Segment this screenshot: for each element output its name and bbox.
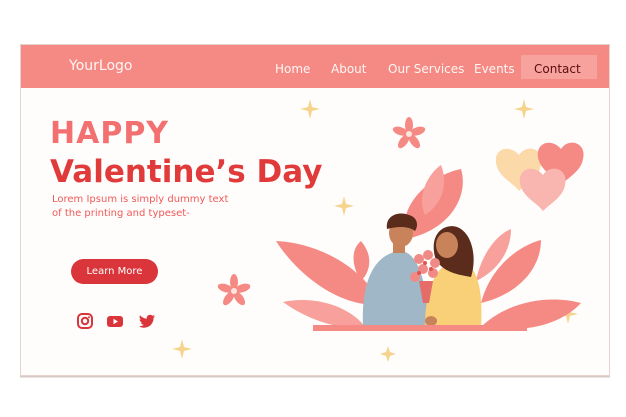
sparkle (300, 99, 320, 119)
ground-strip (313, 325, 527, 331)
sparkle (514, 99, 534, 119)
landing-page: YourLogo Home About Our Services Events … (20, 44, 610, 376)
flower (217, 274, 251, 306)
heart-balloons (495, 142, 584, 211)
flower (392, 117, 426, 149)
sparkle (380, 346, 396, 362)
sparkle (334, 196, 354, 216)
sparkle (172, 339, 192, 359)
valentine-couple-illustration (172, 99, 584, 362)
